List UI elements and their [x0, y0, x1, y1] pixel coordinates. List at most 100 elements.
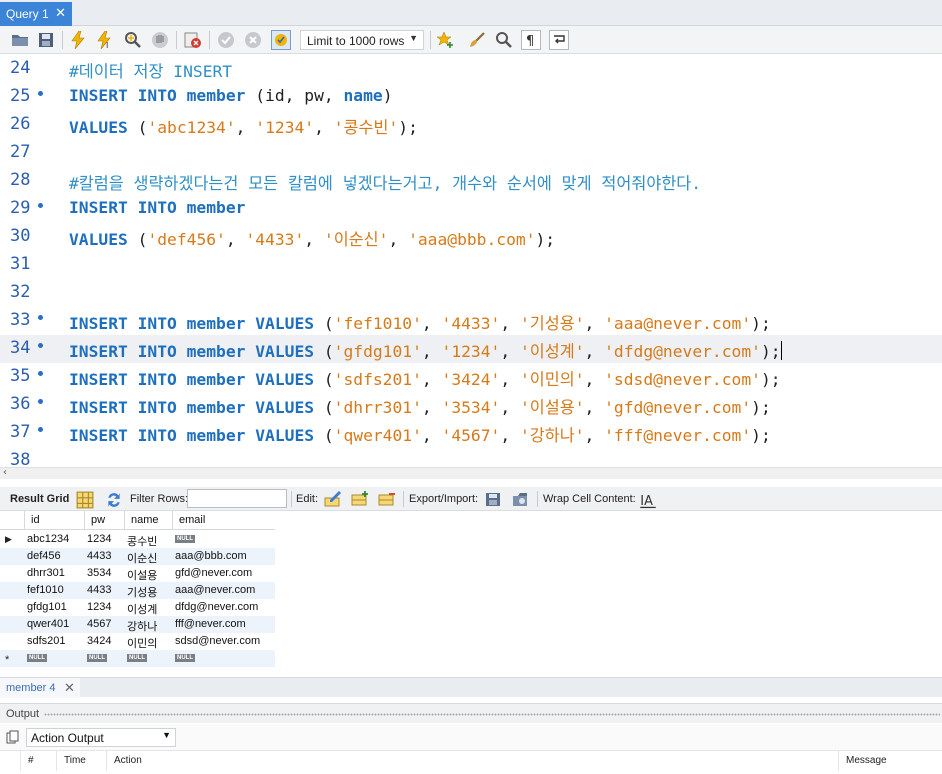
resize-grip[interactable]: [44, 713, 940, 716]
stop-icon[interactable]: [150, 30, 170, 50]
column-header[interactable]: name: [124, 511, 172, 530]
brush-icon[interactable]: [467, 30, 487, 50]
table-row[interactable]: qwer401 4567 강하나 fff@never.com: [0, 616, 275, 633]
code-line[interactable]: 26 VALUES ('abc1234', '1234', '콩수빈');: [0, 111, 942, 139]
statement-marker-icon[interactable]: [38, 343, 43, 348]
table-cell[interactable]: dhrr301: [27, 567, 65, 579]
output-type-select[interactable]: Action Output ▼: [26, 728, 176, 747]
export-icon[interactable]: [485, 490, 503, 508]
scroll-left-icon[interactable]: ‹: [3, 467, 7, 478]
statement-marker-icon[interactable]: [38, 203, 43, 208]
output-col-number[interactable]: #: [28, 755, 34, 766]
table-cell[interactable]: 4433: [87, 550, 111, 562]
null-badge[interactable]: NULL: [175, 654, 195, 662]
limit-rows-select[interactable]: Limit to 1000 rows ▼: [300, 30, 424, 50]
table-cell[interactable]: 1234: [87, 601, 111, 613]
editor-horizontal-scrollbar[interactable]: ‹: [0, 467, 942, 479]
statement-marker-icon[interactable]: [38, 399, 43, 404]
code-line[interactable]: 30 VALUES ('def456', '4433', '이순신', 'aaa@…: [0, 223, 942, 251]
code-line[interactable]: 29 INSERT INTO member: [0, 195, 942, 223]
close-icon[interactable]: ✕: [55, 5, 66, 21]
edit-row-icon[interactable]: [324, 490, 342, 508]
table-cell[interactable]: 3424: [87, 635, 111, 647]
table-cell[interactable]: fef1010: [27, 584, 64, 596]
invisible-chars-icon[interactable]: ¶: [521, 30, 541, 50]
copy-icon[interactable]: [6, 730, 20, 744]
column-header[interactable]: pw: [84, 511, 124, 530]
wrap-cell-icon[interactable]: IA: [639, 492, 657, 510]
table-cell[interactable]: aaa@never.com: [175, 584, 255, 596]
wrap-icon[interactable]: [549, 30, 569, 50]
null-badge[interactable]: NULL: [175, 535, 195, 543]
table-cell[interactable]: fff@never.com: [175, 618, 246, 630]
result-tab-label[interactable]: member 4: [6, 682, 56, 694]
output-col-message[interactable]: Message: [846, 755, 887, 766]
table-cell[interactable]: 이설용: [127, 567, 157, 583]
table-row[interactable]: def456 4433 이순신 aaa@bbb.com: [0, 548, 275, 565]
table-row[interactable]: fef1010 4433 기성용 aaa@never.com: [0, 582, 275, 599]
code-line[interactable]: 36 INSERT INTO member VALUES ('dhrr301', …: [0, 391, 942, 419]
execute-icon[interactable]: [68, 30, 88, 50]
statement-marker-icon[interactable]: [38, 315, 43, 320]
toggle-error-icon[interactable]: [183, 30, 203, 50]
output-col-time[interactable]: Time: [64, 755, 86, 766]
table-cell[interactable]: aaa@bbb.com: [175, 550, 247, 562]
table-cell[interactable]: gfdg101: [27, 601, 67, 613]
code-line[interactable]: 28 #칼럼을 생략하겠다는건 모든 칼럼에 넣겠다는거고, 개수와 순서에 맞게…: [0, 167, 942, 195]
autocommit-icon[interactable]: [271, 30, 291, 50]
table-cell[interactable]: 4567: [87, 618, 111, 630]
code-line[interactable]: 25 INSERT INTO member (id, pw, name): [0, 83, 942, 111]
table-new-row[interactable]: * NULL NULL NULL NULL: [0, 650, 275, 667]
code-line[interactable]: 34 INSERT INTO member VALUES ('gfdg101', …: [0, 335, 942, 363]
beautify-icon[interactable]: [436, 30, 456, 50]
code-line[interactable]: 24 #데이터 저장 INSERT: [0, 55, 942, 83]
import-icon[interactable]: [512, 490, 530, 508]
column-header[interactable]: email: [172, 511, 275, 530]
statement-marker-icon[interactable]: [38, 371, 43, 376]
null-badge[interactable]: NULL: [127, 654, 147, 662]
insert-row-icon[interactable]: [351, 490, 369, 508]
code-line[interactable]: 37 INSERT INTO member VALUES ('qwer401', …: [0, 419, 942, 447]
refresh-icon[interactable]: [105, 491, 123, 509]
result-grid-label[interactable]: Result Grid: [10, 493, 69, 505]
code-line[interactable]: 38: [0, 447, 942, 467]
table-cell[interactable]: 3534: [87, 567, 111, 579]
filter-rows-input[interactable]: [187, 489, 287, 508]
statement-marker-icon[interactable]: [38, 91, 43, 96]
table-cell[interactable]: 강하나: [127, 618, 157, 634]
grid-view-icon[interactable]: [76, 491, 94, 509]
code-line[interactable]: 27: [0, 139, 942, 167]
null-badge[interactable]: NULL: [87, 654, 107, 662]
code-line[interactable]: 35 INSERT INTO member VALUES ('sdfs201', …: [0, 363, 942, 391]
table-cell[interactable]: 이성계: [127, 601, 157, 617]
tab-query-1[interactable]: Query 1 ✕: [0, 2, 72, 26]
output-col-action[interactable]: Action: [114, 755, 142, 766]
table-row[interactable]: ▶ abc1234 1234 콩수빈 NULL: [0, 531, 275, 548]
commit-icon[interactable]: [216, 30, 236, 50]
table-cell[interactable]: abc1234: [27, 533, 69, 545]
table-cell[interactable]: 콩수빈: [127, 533, 157, 549]
table-cell[interactable]: 1234: [87, 533, 111, 545]
table-cell[interactable]: sdfs201: [27, 635, 66, 647]
sql-editor[interactable]: 24 #데이터 저장 INSERT 25 INSERT INTO member (id…: [0, 55, 942, 467]
rollback-icon[interactable]: [243, 30, 263, 50]
null-badge[interactable]: NULL: [27, 654, 47, 662]
table-cell[interactable]: 4433: [87, 584, 111, 596]
close-icon[interactable]: ✕: [64, 680, 75, 696]
open-folder-icon[interactable]: [10, 30, 30, 50]
table-row[interactable]: gfdg101 1234 이성계 dfdg@never.com: [0, 599, 275, 616]
table-cell[interactable]: 이순신: [127, 550, 157, 566]
delete-row-icon[interactable]: [378, 490, 396, 508]
table-cell[interactable]: qwer401: [27, 618, 69, 630]
execute-current-icon[interactable]: I: [95, 30, 115, 50]
table-cell[interactable]: gfd@never.com: [175, 567, 252, 579]
code-line[interactable]: 32: [0, 279, 942, 307]
table-row[interactable]: dhrr301 3534 이설용 gfd@never.com: [0, 565, 275, 582]
table-cell[interactable]: 기성용: [127, 584, 157, 600]
column-header[interactable]: id: [24, 511, 84, 530]
table-cell[interactable]: def456: [27, 550, 61, 562]
table-cell[interactable]: dfdg@never.com: [175, 601, 258, 613]
explain-icon[interactable]: [123, 30, 143, 50]
table-cell[interactable]: sdsd@never.com: [175, 635, 260, 647]
statement-marker-icon[interactable]: [38, 427, 43, 432]
